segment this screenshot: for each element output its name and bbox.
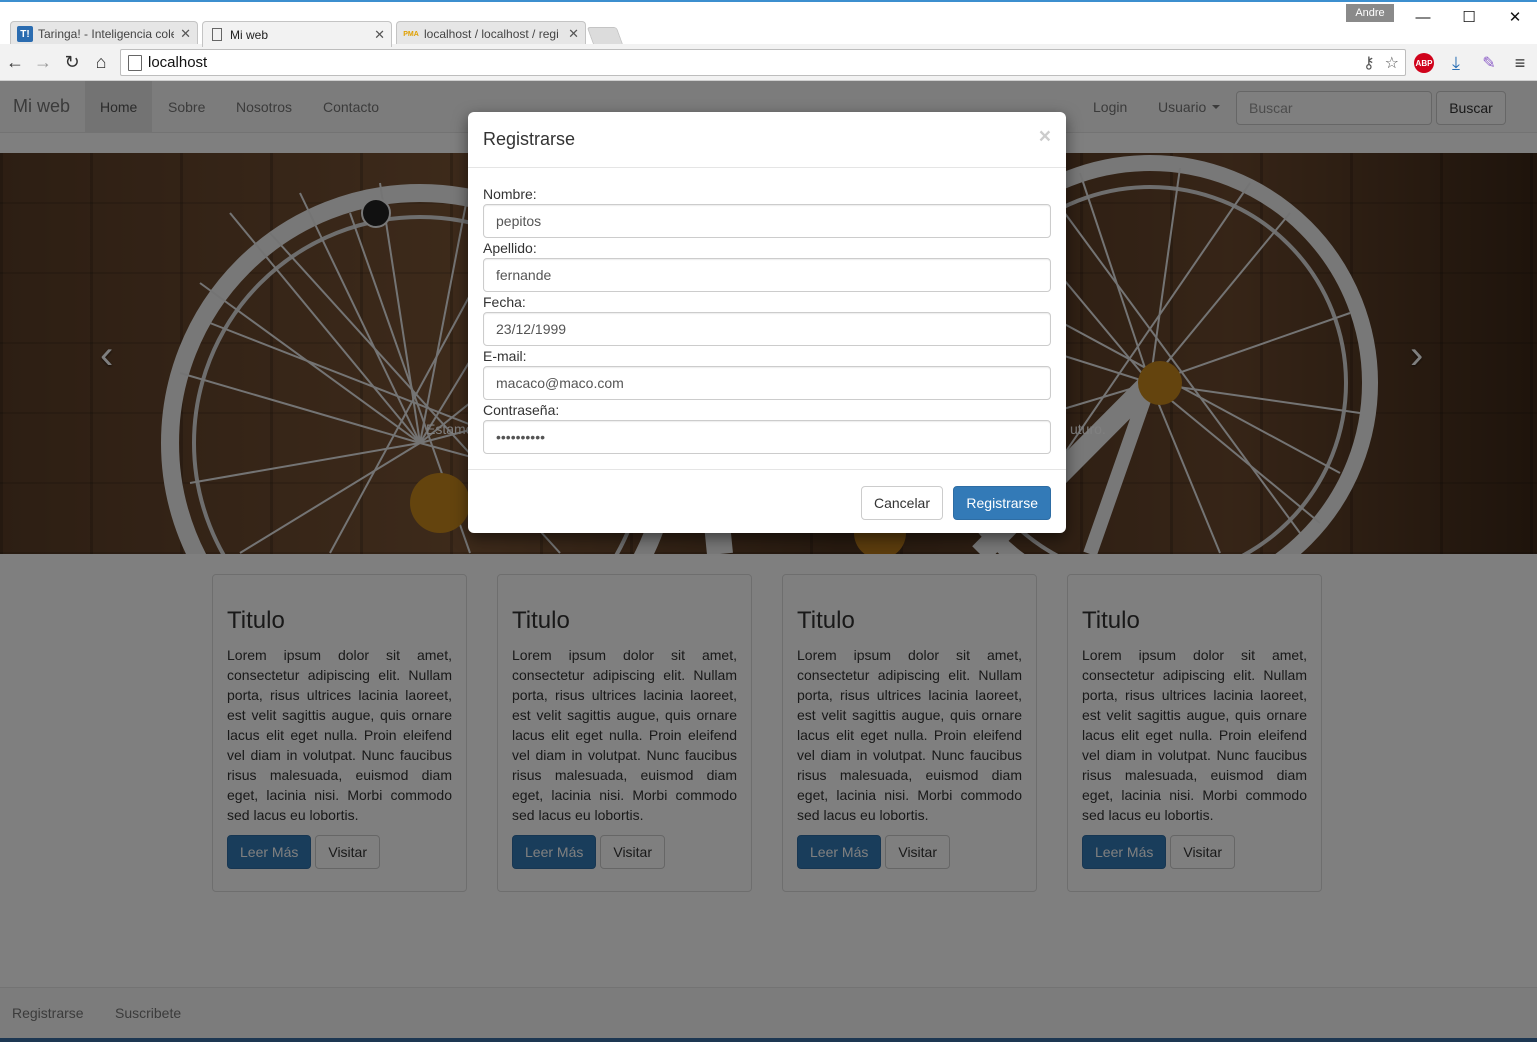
url-text: localhost xyxy=(148,54,208,71)
cancel-button[interactable]: Cancelar xyxy=(860,486,943,520)
tab-mi-web[interactable]: Mi web ✕ xyxy=(202,21,392,47)
home-icon[interactable]: ⌂ xyxy=(89,51,113,73)
back-icon[interactable]: ← xyxy=(3,51,27,73)
new-tab-button[interactable] xyxy=(586,27,624,45)
tab-title: Taringa! - Inteligencia cole xyxy=(38,27,175,41)
close-tab-icon[interactable]: ✕ xyxy=(180,26,191,42)
key-icon[interactable]: ⚷ xyxy=(1363,53,1375,73)
pen-extension-icon[interactable]: ✎ xyxy=(1478,52,1500,74)
modal-footer: Cancelar Registrarse xyxy=(468,469,1066,533)
title-bar: T! Taringa! - Inteligencia cole ✕ Mi web… xyxy=(0,0,1537,47)
nombre-input[interactable]: pepitos xyxy=(483,204,1051,238)
phpmyadmin-favicon-icon: PMA xyxy=(403,30,419,38)
address-bar[interactable]: localhost ⚷ ☆ xyxy=(120,49,1406,76)
close-icon[interactable]: × xyxy=(1039,125,1051,149)
register-modal: Registrarse × Nombre: pepitos Apellido: … xyxy=(468,112,1066,533)
nombre-label: Nombre: xyxy=(483,186,537,202)
tab-title: localhost / localhost / regi xyxy=(424,27,559,41)
forward-icon[interactable]: → xyxy=(31,51,55,73)
maximize-icon[interactable]: ☐ xyxy=(1454,6,1484,28)
page-viewport: Mi web Home Sobre Nosotros Contacto Logi… xyxy=(0,81,1537,1042)
password-input[interactable]: •••••••••• xyxy=(483,420,1051,454)
close-tab-icon[interactable]: ✕ xyxy=(374,27,385,43)
tab-title: Mi web xyxy=(230,27,269,42)
modal-body: Nombre: pepitos Apellido: fernande Fecha… xyxy=(468,168,1066,469)
register-button[interactable]: Registrarse xyxy=(953,486,1051,520)
taringa-favicon-icon: T! xyxy=(17,26,33,42)
close-tab-icon[interactable]: ✕ xyxy=(568,26,579,42)
tab-phpmyadmin[interactable]: PMA localhost / localhost / regi ✕ xyxy=(396,21,586,46)
page-icon xyxy=(128,54,142,71)
email-input[interactable]: macaco@maco.com xyxy=(483,366,1051,400)
close-window-icon[interactable]: ✕ xyxy=(1500,6,1530,28)
profile-badge[interactable]: Andre xyxy=(1346,4,1394,22)
menu-icon[interactable]: ≡ xyxy=(1509,52,1531,74)
page-icon xyxy=(209,27,225,43)
minimize-icon[interactable]: — xyxy=(1408,6,1438,28)
apellido-input[interactable]: fernande xyxy=(483,258,1051,292)
reload-icon[interactable]: ↻ xyxy=(60,51,84,73)
modal-header: Registrarse × xyxy=(468,112,1066,168)
fecha-input[interactable]: 23/12/1999 xyxy=(483,312,1051,346)
download-icon[interactable]: ⤓ xyxy=(1445,52,1467,74)
browser-chrome: T! Taringa! - Inteligencia cole ✕ Mi web… xyxy=(0,0,1537,81)
password-label: Contraseña: xyxy=(483,402,560,418)
tab-taringa[interactable]: T! Taringa! - Inteligencia cole ✕ xyxy=(10,21,198,46)
browser-toolbar: ← → ↻ ⌂ localhost ⚷ ☆ ABP ⤓ ✎ ≡ xyxy=(0,44,1537,81)
modal-title: Registrarse xyxy=(483,129,576,149)
fecha-label: Fecha: xyxy=(483,294,526,310)
bookmark-star-icon[interactable]: ☆ xyxy=(1385,53,1399,73)
adblock-icon[interactable]: ABP xyxy=(1414,53,1434,73)
email-label: E-mail: xyxy=(483,348,527,364)
apellido-label: Apellido: xyxy=(483,240,537,256)
